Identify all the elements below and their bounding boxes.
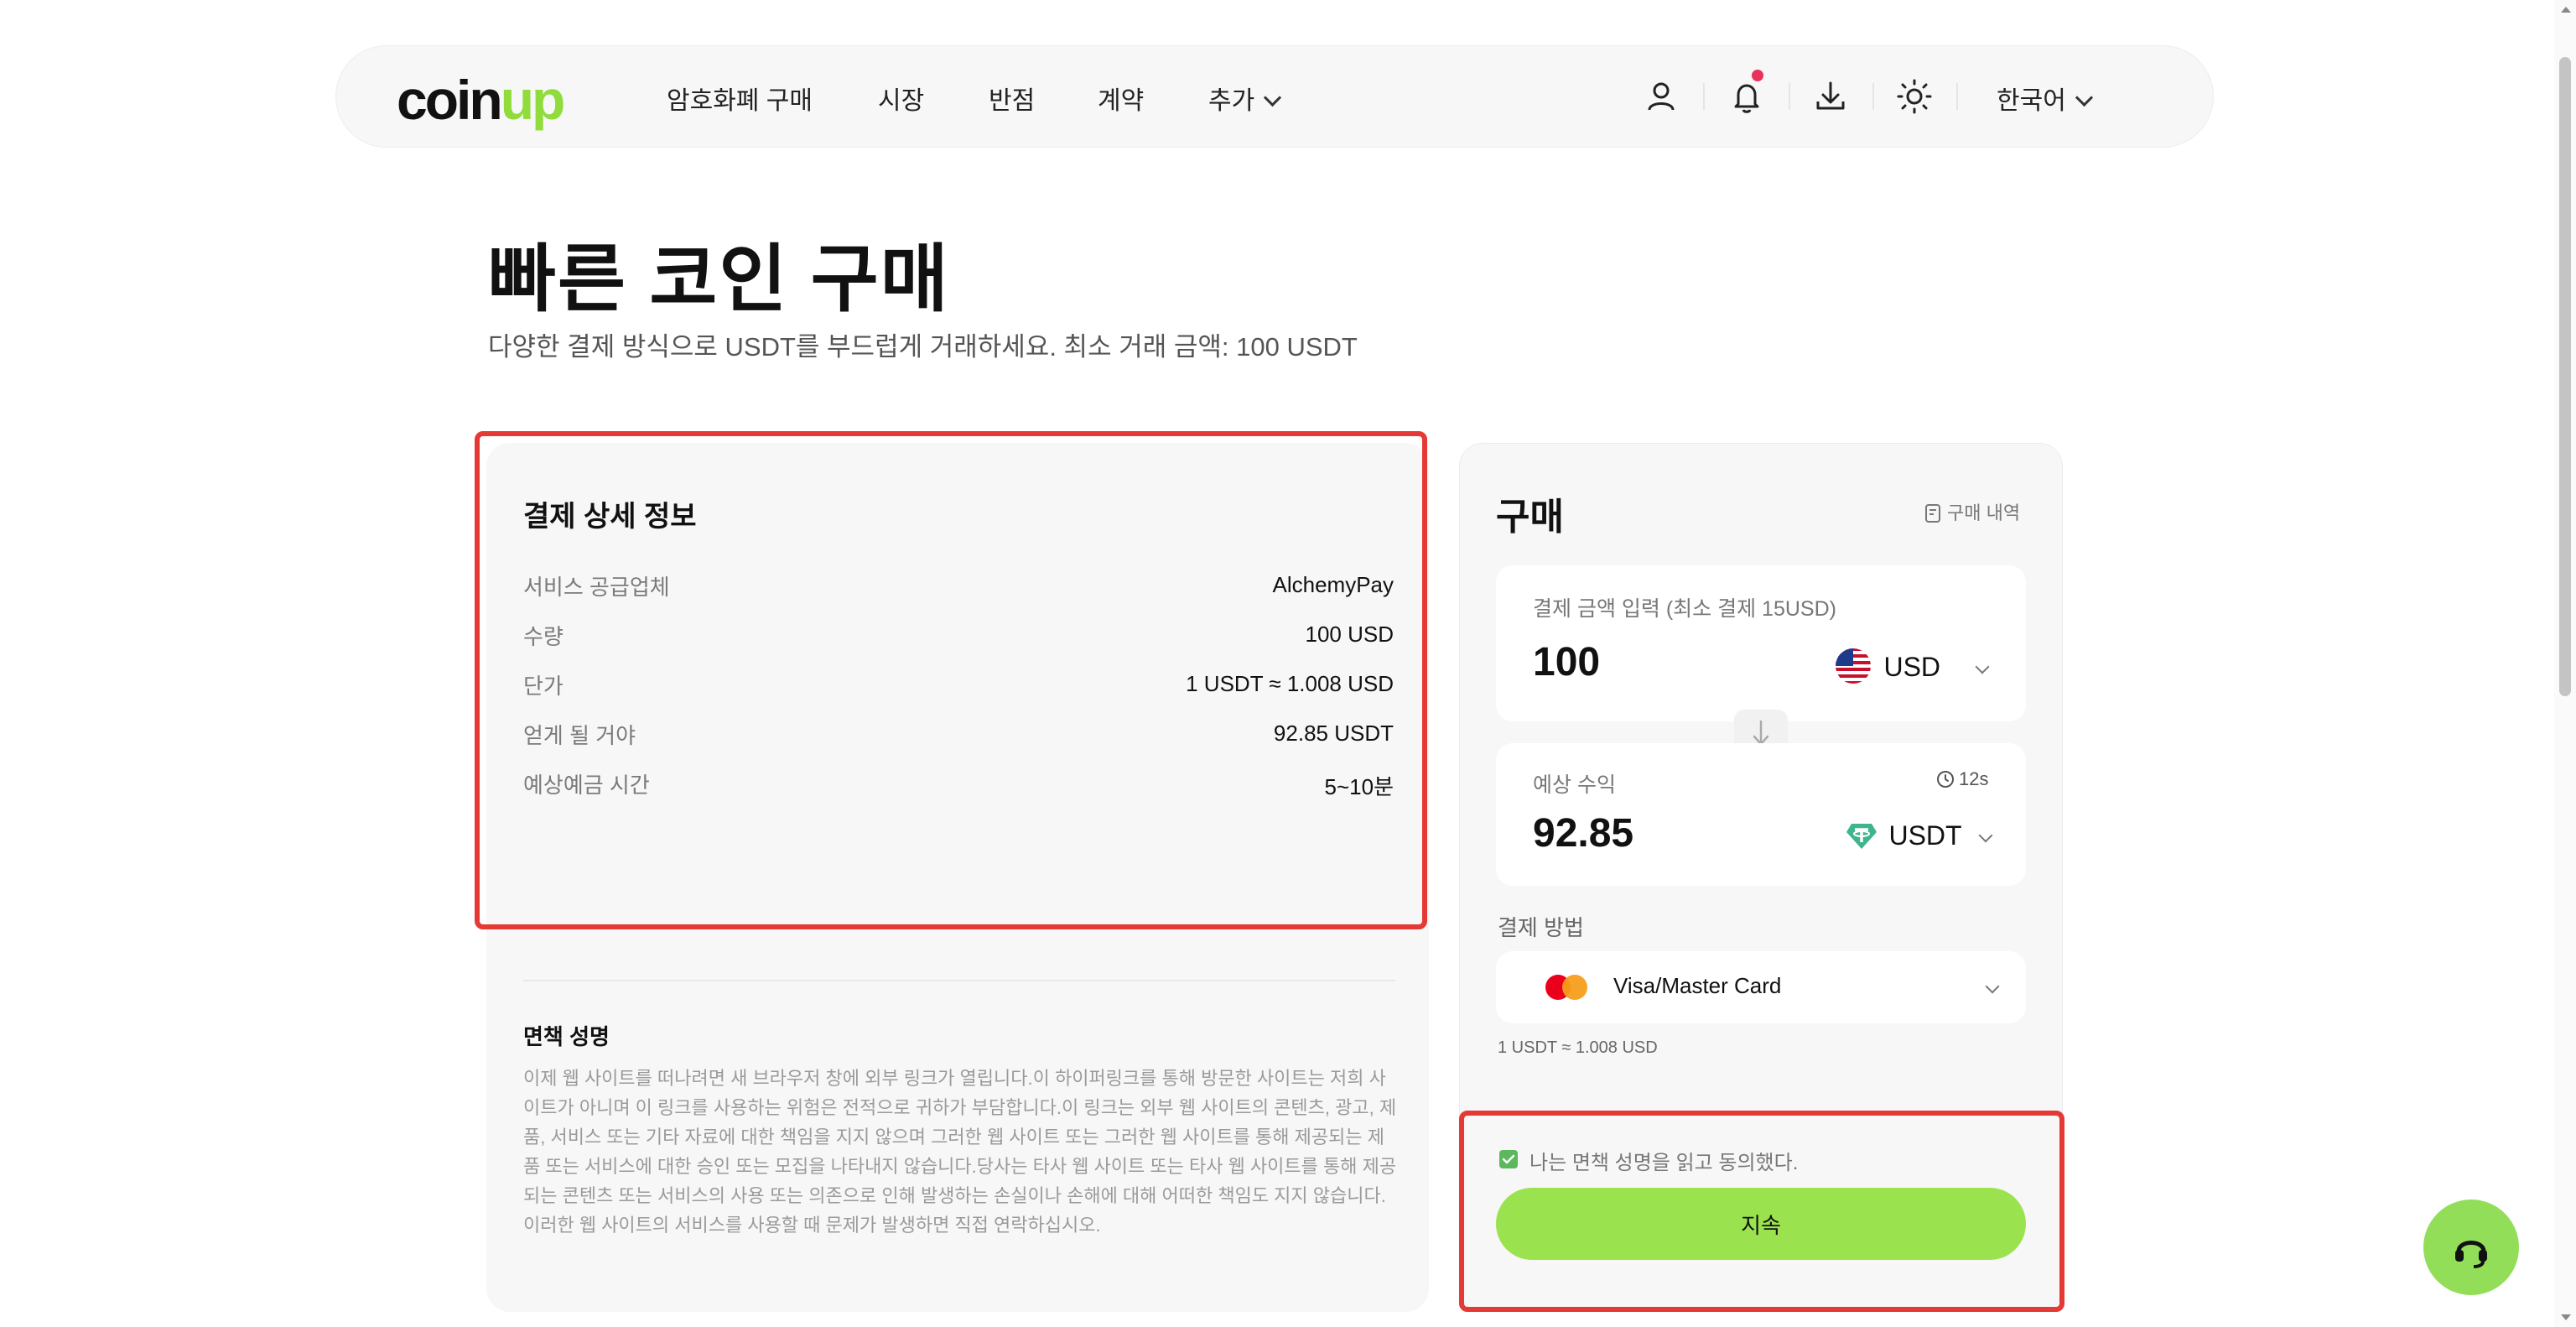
notification-dot [1752,70,1763,81]
top-navbar: coinup 암호화폐 구매 시장 반점 계약 추가 한국어 [335,45,2214,148]
scrollbar-thumb[interactable] [2559,57,2571,696]
page-subtitle: 다양한 결제 방식으로 USDT를 부드럽게 거래하세요. 최소 거래 금액: … [488,332,1358,362]
agree-label[interactable]: 나는 면책 성명을 읽고 동의했다. [1530,1146,1798,1175]
us-flag-icon [1836,648,1871,684]
pay-currency-label: USD [1883,652,1941,682]
receipt-icon [1925,504,1940,523]
disclaimer-title: 면책 성명 [523,1024,610,1049]
chevron-down-icon [1264,88,1282,107]
checkmark-icon [1502,1154,1515,1164]
agree-checkbox[interactable] [1499,1150,1518,1168]
chevron-down-icon [1985,979,2000,994]
chevron-down-icon [1978,828,1993,843]
chevron-down-icon [2075,88,2093,107]
detail-label-receive: 얻게 될 거야 [523,723,636,748]
detail-label-deposit-time: 예상예금 시간 [523,773,650,798]
pay-amount-input[interactable]: 100 [1533,639,1600,685]
divider [1703,83,1705,110]
payment-method-selector[interactable]: Visa/Master Card [1496,951,2026,1023]
divider [1872,83,1874,110]
user-icon[interactable] [1641,76,1681,117]
divider [1789,83,1790,110]
detail-label-unit-price: 단가 [523,674,564,699]
nav-spot[interactable]: 반점 [989,80,1035,117]
chevron-down-icon [1975,659,1990,674]
exchange-rate: 1 USDT ≈ 1.008 USD [1498,1038,1658,1057]
nav-buy-crypto[interactable]: 암호화폐 구매 [667,80,813,117]
receive-amount: 92.85 [1533,811,1634,856]
nav-contract[interactable]: 계약 [1098,80,1144,117]
detail-label-provider: 서비스 공급업체 [523,575,670,600]
continue-button[interactable]: 지속 [1496,1188,2026,1260]
quote-timer: 12s [1935,768,1988,790]
receive-currency-selector[interactable]: USDT [1845,819,1993,852]
language-selector[interactable]: 한국어 [1997,80,2093,117]
bell-icon[interactable] [1727,76,1767,117]
clock-icon [1937,771,1954,788]
pay-amount-label: 결제 금액 입력 (최소 결제 15USD) [1533,597,1836,621]
purchase-history-label: 구매 내역 [1947,502,2021,523]
payment-method-label: 결제 방법 [1498,915,1584,940]
quote-timer-value: 12s [1959,768,1989,789]
scroll-up-arrow-icon[interactable] [2558,3,2574,15]
receive-label: 예상 수익 [1533,773,1616,797]
disclaimer-text: 이제 웹 사이트를 떠나려면 새 브라우저 창에 외부 링크가 열립니다.이 하… [523,1068,1397,1236]
nav-market[interactable]: 시장 [878,80,924,117]
language-label: 한국어 [1997,87,2066,115]
sun-icon[interactable] [1894,76,1935,117]
payment-method-value: Visa/Master Card [1613,973,1782,998]
buy-title: 구매 [1496,497,1564,538]
section-divider [523,980,1395,981]
support-chat-button[interactable] [2423,1200,2519,1295]
purchase-history-link[interactable]: 구매 내역 [1924,498,2020,525]
nav-more-label: 추가 [1208,87,1255,115]
scroll-down-arrow-icon[interactable] [2558,1312,2574,1324]
divider [1956,83,1958,110]
detail-value-quantity: 100 USD [1305,622,1394,647]
detail-value-unit-price: 1 USDT ≈ 1.008 USD [1186,671,1394,696]
detail-value-provider: AlchemyPay [1272,572,1394,597]
download-icon[interactable] [1810,76,1851,117]
detail-label-quantity: 수량 [523,624,564,649]
usdt-icon [1846,824,1877,849]
nav-more[interactable]: 추가 [1208,80,1282,117]
mastercard-icon [1545,975,1587,1000]
detail-value-deposit-time: 5~10분 [1324,774,1394,799]
receive-currency-label: USDT [1888,820,1962,851]
headset-icon [2455,1241,2487,1268]
coinup-logo[interactable]: coinup [397,68,565,132]
details-title: 결제 상세 정보 [523,501,697,533]
detail-value-receive: 92.85 USDT [1273,721,1394,746]
pay-currency-selector[interactable]: USD [1835,648,1990,684]
page-title: 빠른 코인 구매 [488,237,950,320]
